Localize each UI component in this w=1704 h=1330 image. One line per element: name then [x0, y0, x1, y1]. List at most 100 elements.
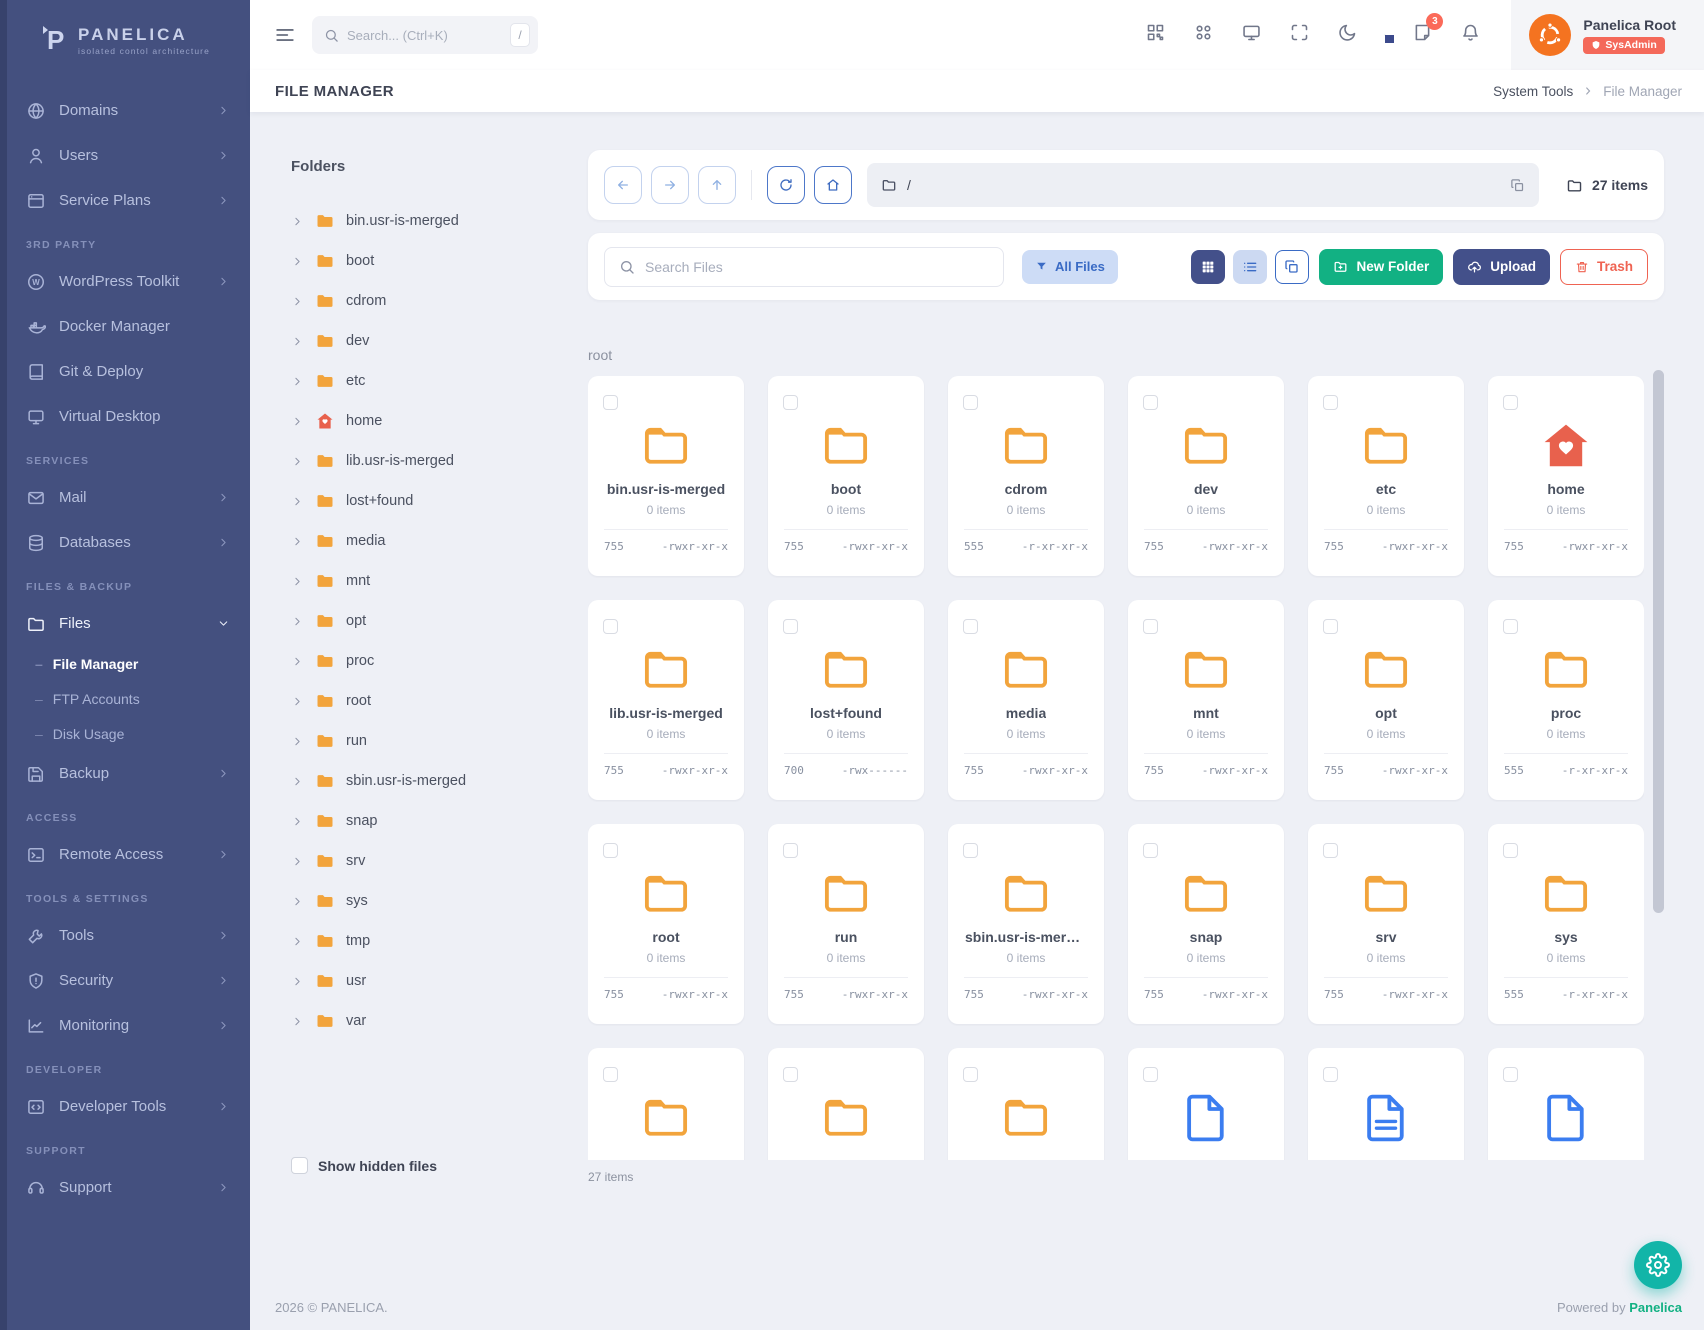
file-card-media[interactable]: media0 items755-rwxr-xr-x	[948, 600, 1104, 800]
sidebar-item-backup[interactable]: Backup	[0, 751, 250, 796]
tree-item-proc[interactable]: proc	[291, 641, 548, 681]
settings-fab[interactable]	[1634, 1241, 1682, 1289]
file-checkbox[interactable]	[783, 395, 798, 410]
refresh-button[interactable]	[767, 166, 805, 204]
new-folder-button[interactable]: New Folder	[1319, 249, 1443, 285]
list-view-button[interactable]	[1233, 250, 1267, 284]
file-checkbox[interactable]	[1323, 619, 1338, 634]
grid-view-button[interactable]	[1191, 250, 1225, 284]
sidebar-item-security[interactable]: Security	[0, 958, 250, 1003]
file-checkbox[interactable]	[1503, 1067, 1518, 1082]
tree-item-root[interactable]: root	[291, 681, 548, 721]
up-button[interactable]	[698, 166, 736, 204]
tree-item-var[interactable]: var	[291, 1001, 548, 1041]
trash-button[interactable]: Trash	[1560, 249, 1648, 285]
file-checkbox[interactable]	[783, 843, 798, 858]
brand-logo[interactable]: P PANELICA isolated contol architecture	[0, 0, 250, 62]
file-checkbox[interactable]	[603, 619, 618, 634]
menu-toggle-icon[interactable]	[274, 24, 296, 46]
moon-button[interactable]	[1337, 22, 1358, 48]
sidebar-item-mail[interactable]: Mail	[0, 475, 250, 520]
tree-item-boot[interactable]: boot	[291, 241, 548, 281]
sidebar-item-files[interactable]: Files	[0, 601, 250, 646]
monitor-button[interactable]	[1241, 22, 1262, 48]
user-menu[interactable]: Panelica Root SysAdmin	[1511, 0, 1704, 70]
file-checkbox[interactable]	[1143, 619, 1158, 634]
sidebar-subitem-ftp-accounts[interactable]: –FTP Accounts	[0, 681, 250, 716]
file-checkbox[interactable]	[1323, 395, 1338, 410]
file-card-opt[interactable]: opt0 items755-rwxr-xr-x	[1308, 600, 1464, 800]
file-checkbox[interactable]	[603, 1067, 618, 1082]
file-card-proc[interactable]: proc0 items555-r-xr-xr-x	[1488, 600, 1644, 800]
notepad-button[interactable]: 3	[1412, 22, 1433, 48]
sidebar-item-remote-access[interactable]: Remote Access	[0, 832, 250, 877]
tree-item-sbin-usr-is-merged[interactable]: sbin.usr-is-merged	[291, 761, 548, 801]
scrollbar-thumb[interactable]	[1653, 370, 1664, 913]
tree-item-run[interactable]: run	[291, 721, 548, 761]
sidebar-item-domains[interactable]: Domains	[0, 88, 250, 133]
tree-item-srv[interactable]: srv	[291, 841, 548, 881]
tree-item-tmp[interactable]: tmp	[291, 921, 548, 961]
powered-brand[interactable]: Panelica	[1629, 1300, 1682, 1315]
file-card-home[interactable]: home0 items755-rwxr-xr-x	[1488, 376, 1644, 576]
tree-item-home[interactable]: home	[291, 401, 548, 441]
sidebar-item-git-deploy[interactable]: Git & Deploy	[0, 349, 250, 394]
file-card-mnt[interactable]: mnt0 items755-rwxr-xr-x	[1128, 600, 1284, 800]
file-card[interactable]	[1488, 1048, 1644, 1160]
file-checkbox[interactable]	[1503, 843, 1518, 858]
file-card-etc[interactable]: etc0 items755-rwxr-xr-x	[1308, 376, 1464, 576]
file-card-snap[interactable]: snap0 items755-rwxr-xr-x	[1128, 824, 1284, 1024]
file-search[interactable]	[604, 247, 1004, 287]
file-card[interactable]	[768, 1048, 924, 1160]
path-bar[interactable]: /	[867, 163, 1539, 207]
apps-grid-button[interactable]	[1193, 22, 1214, 48]
file-checkbox[interactable]	[783, 1067, 798, 1082]
file-search-input[interactable]	[645, 259, 989, 275]
file-card-lost-found[interactable]: lost+found0 items700-rwx------	[768, 600, 924, 800]
tree-item-etc[interactable]: etc	[291, 361, 548, 401]
file-checkbox[interactable]	[603, 395, 618, 410]
tree-item-media[interactable]: media	[291, 521, 548, 561]
sidebar-subitem-file-manager[interactable]: –File Manager	[0, 646, 250, 681]
file-checkbox[interactable]	[1323, 843, 1338, 858]
file-card-dev[interactable]: dev0 items755-rwxr-xr-x	[1128, 376, 1284, 576]
file-checkbox[interactable]	[963, 619, 978, 634]
file-card-run[interactable]: run0 items755-rwxr-xr-x	[768, 824, 924, 1024]
file-card-sys[interactable]: sys0 items555-r-xr-xr-x	[1488, 824, 1644, 1024]
sidebar-item-tools[interactable]: Tools	[0, 913, 250, 958]
file-card-cdrom[interactable]: cdrom0 items555-r-xr-xr-x	[948, 376, 1104, 576]
file-checkbox[interactable]	[1503, 619, 1518, 634]
file-card-boot[interactable]: boot0 items755-rwxr-xr-x	[768, 376, 924, 576]
file-card[interactable]	[1308, 1048, 1464, 1160]
file-card-sbin-usr-is-merged[interactable]: sbin.usr-is-merged0 items755-rwxr-xr-x	[948, 824, 1104, 1024]
tree-item-sys[interactable]: sys	[291, 881, 548, 921]
sidebar-item-wordpress-toolkit[interactable]: WWordPress Toolkit	[0, 259, 250, 304]
tree-item-cdrom[interactable]: cdrom	[291, 281, 548, 321]
tree-item-dev[interactable]: dev	[291, 321, 548, 361]
tree-item-opt[interactable]: opt	[291, 601, 548, 641]
sidebar-item-databases[interactable]: Databases	[0, 520, 250, 565]
file-checkbox[interactable]	[1323, 1067, 1338, 1082]
file-card[interactable]	[1128, 1048, 1284, 1160]
show-hidden-checkbox[interactable]	[291, 1157, 308, 1174]
sidebar-item-monitoring[interactable]: Monitoring	[0, 1003, 250, 1048]
sidebar-item-users[interactable]: Users	[0, 133, 250, 178]
copy-path-icon[interactable]	[1510, 178, 1525, 193]
bell-button[interactable]	[1460, 22, 1481, 48]
file-checkbox[interactable]	[1143, 843, 1158, 858]
global-search-input[interactable]	[347, 28, 502, 43]
file-card-root[interactable]: root0 items755-rwxr-xr-x	[588, 824, 744, 1024]
sidebar-item-virtual-desktop[interactable]: Virtual Desktop	[0, 394, 250, 439]
breadcrumb-system-tools[interactable]: System Tools	[1493, 84, 1573, 99]
sidebar-item-docker-manager[interactable]: Docker Manager	[0, 304, 250, 349]
paste-button[interactable]	[1275, 250, 1309, 284]
sidebar-item-service-plans[interactable]: Service Plans	[0, 178, 250, 223]
tree-item-bin-usr-is-merged[interactable]: bin.usr-is-merged	[291, 201, 548, 241]
back-button[interactable]	[604, 166, 642, 204]
file-checkbox[interactable]	[1143, 1067, 1158, 1082]
file-checkbox[interactable]	[963, 1067, 978, 1082]
file-checkbox[interactable]	[603, 843, 618, 858]
file-checkbox[interactable]	[783, 619, 798, 634]
sidebar-item-developer-tools[interactable]: Developer Tools	[0, 1084, 250, 1129]
filter-all-files-button[interactable]: All Files	[1022, 250, 1118, 284]
